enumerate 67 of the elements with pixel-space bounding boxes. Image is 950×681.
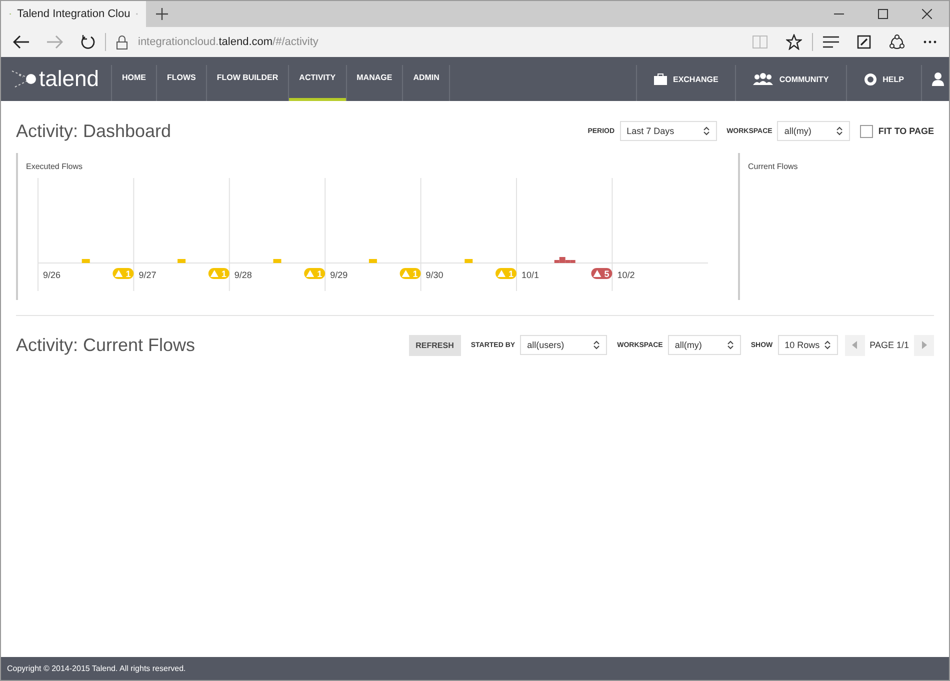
workspace-select[interactable]: all(my) bbox=[668, 335, 741, 355]
copyright-text: Copyright © 2014-2015 Talend. All rights reserved. bbox=[7, 664, 186, 673]
checkbox-label: FIT TO PAGE bbox=[878, 126, 934, 136]
refresh-icon[interactable] bbox=[81, 35, 95, 49]
nav-tab[interactable]: FLOWS bbox=[156, 57, 206, 101]
address-field[interactable]: integrationcloud.talend.com/#/activity bbox=[138, 36, 318, 48]
page-title: Activity: Dashboard bbox=[16, 120, 172, 142]
user-select[interactable]: all(users) bbox=[520, 335, 608, 355]
warning-badge: 1 bbox=[208, 268, 230, 279]
section-title: Activity: Current Flows bbox=[16, 334, 196, 356]
pencil-icon[interactable] bbox=[857, 35, 871, 49]
panel-title: Executed Flows bbox=[26, 162, 82, 171]
axis-label: 9/30 bbox=[426, 270, 444, 280]
bar-cluster bbox=[554, 257, 576, 263]
axis-label: 10/1 bbox=[522, 270, 540, 280]
axis-label: 9/27 bbox=[138, 270, 156, 280]
nav-link[interactable]: EXCHANGE bbox=[636, 57, 736, 101]
talend-logo[interactable]: talend bbox=[1, 57, 111, 101]
bar bbox=[464, 259, 473, 263]
menu-icon[interactable] bbox=[823, 36, 839, 48]
bar bbox=[273, 259, 282, 263]
new-tab-icon[interactable] bbox=[156, 8, 168, 20]
bar bbox=[368, 259, 377, 263]
people-icon bbox=[753, 73, 774, 85]
warning-badge: 1 bbox=[400, 268, 421, 279]
warning-badge: 5 bbox=[591, 268, 612, 279]
more-icon[interactable] bbox=[923, 40, 937, 44]
rows-select[interactable]: 10 Rows bbox=[778, 335, 838, 355]
warning-badge: 1 bbox=[304, 268, 326, 279]
panel-title: Current Flows bbox=[748, 162, 798, 171]
warning-badge: 1 bbox=[496, 268, 516, 279]
maximize-icon[interactable] bbox=[878, 9, 888, 19]
nav-tab[interactable]: HOME bbox=[112, 57, 156, 101]
period-select[interactable]: Last 7 Days bbox=[620, 121, 717, 141]
tab-title: Talend Integration Clou bbox=[17, 8, 130, 20]
axis-label: 9/28 bbox=[234, 270, 252, 280]
chevron-icon bbox=[726, 340, 734, 350]
nav-tab[interactable]: ADMIN bbox=[403, 57, 450, 101]
nav-link[interactable]: HELP bbox=[846, 57, 921, 101]
browser-tab[interactable]: Talend Integration Clou bbox=[1, 1, 146, 27]
nav-link[interactable]: COMMUNITY bbox=[736, 57, 846, 101]
close-icon[interactable] bbox=[922, 9, 932, 19]
chevron-icon bbox=[824, 340, 831, 350]
help-icon bbox=[864, 72, 877, 86]
warning-badge: 1 bbox=[112, 268, 134, 279]
page-indicator: PAGE 1/1 bbox=[868, 340, 910, 350]
nav-tab[interactable]: FLOW BUILDER bbox=[206, 57, 288, 101]
right-triangle-icon bbox=[921, 341, 927, 349]
bar bbox=[82, 259, 90, 263]
chevron-icon bbox=[593, 340, 600, 350]
checkbox[interactable] bbox=[860, 124, 874, 138]
nav-tab[interactable]: MANAGE bbox=[346, 57, 402, 101]
star-icon[interactable] bbox=[786, 34, 802, 50]
user-icon[interactable] bbox=[932, 72, 944, 86]
bag-icon bbox=[654, 73, 667, 85]
back-icon[interactable] bbox=[13, 35, 29, 49]
chevron-icon bbox=[702, 126, 710, 136]
bar bbox=[178, 259, 186, 263]
refresh-button[interactable]: REFRESH bbox=[408, 334, 461, 356]
left-triangle-icon bbox=[852, 341, 858, 349]
axis-label: 9/26 bbox=[43, 270, 61, 280]
lock-icon bbox=[116, 34, 128, 50]
share-icon[interactable] bbox=[889, 34, 905, 50]
chevron-icon bbox=[836, 126, 844, 136]
workspace-select[interactable]: all(my) bbox=[777, 121, 850, 141]
axis-label: 9/29 bbox=[330, 270, 348, 280]
axis-label: 10/2 bbox=[617, 270, 635, 280]
